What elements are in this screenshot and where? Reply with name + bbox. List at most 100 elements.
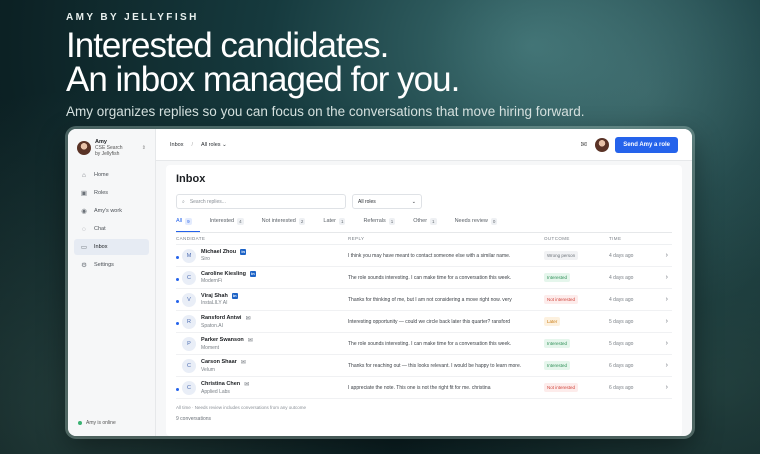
online-status: Amy is online [78, 420, 116, 426]
tab-label: Not interested [261, 218, 296, 224]
sidebar-item-label: Amy's work [94, 208, 122, 214]
reply-time: 4 days ago [609, 274, 634, 281]
headline: Interested candidates. An inbox managed … [66, 26, 746, 99]
table-row[interactable]: C Caroline Kiesling in ModernFi The role … [176, 267, 672, 289]
breadcrumb-separator: / [191, 141, 193, 148]
sidebar-item-inbox[interactable]: ▭ Inbox [74, 239, 149, 255]
reply-snippet: Interesting opportunity — could we circl… [348, 318, 511, 325]
sidebar-item-amy-s-work[interactable]: ◉ Amy's work [74, 203, 149, 219]
reply-time: 5 days ago [609, 318, 634, 325]
unread-dot-icon [176, 255, 179, 259]
tab-interested[interactable]: Interested 4 [210, 218, 252, 232]
outcome-badge: Wrong person [544, 251, 579, 260]
briefcase-icon: ▣ [80, 190, 88, 197]
candidate-name: Caroline Kiesling [201, 271, 246, 277]
tab-count-badge: 0 [490, 218, 498, 225]
outcome-badge: Interested [544, 361, 571, 370]
table-row[interactable]: C Carson Shaar ✉ Velum Thanks for reachin… [176, 355, 672, 377]
table-row[interactable]: P Parker Swanson ✉ Moment The role sounds… [176, 333, 672, 355]
candidate-company: InstaLILY AI [201, 300, 228, 306]
candidate-cell: C Carson Shaar ✉ Velum [176, 358, 348, 373]
reply-snippet: I appreciate the note. This one is not t… [348, 384, 491, 391]
send-amy-role-button[interactable]: Send Amy a role [615, 136, 678, 153]
tab-label: Other [413, 218, 428, 224]
sidebar-item-settings[interactable]: ⚙ Settings [74, 257, 149, 273]
outcome-badge: Later [544, 317, 561, 326]
status-dot-icon [78, 421, 82, 425]
sidebar-item-label: Chat [94, 226, 106, 232]
headline-line-1: Interested candidates. [66, 26, 389, 65]
user-avatar[interactable] [595, 137, 610, 152]
col-outcome: OUTCOME [544, 236, 570, 241]
mail-icon[interactable]: ✉ [581, 140, 588, 149]
sidebar-item-home[interactable]: ⌂ Home [74, 167, 149, 183]
table-row[interactable]: V Viraj Shah in InstaLILY AI Thanks for t… [176, 289, 672, 311]
reply-snippet: The role sounds interesting. I can make … [348, 274, 512, 281]
candidate-avatar: P [182, 336, 196, 351]
tab-later[interactable]: Later 1 [323, 218, 353, 232]
candidate-company: Moment [201, 344, 220, 351]
candidate-cell: C Christina Chen ✉ Applied Labs [176, 380, 348, 395]
footnote: All time · Needs review includes convers… [176, 405, 307, 410]
tab-referrals[interactable]: Referrals 1 [363, 218, 403, 232]
candidate-avatar: C [182, 380, 196, 395]
table-body: M Michael Zhou in Siro I think you may ha… [176, 245, 672, 399]
reply-time: 6 days ago [609, 362, 634, 369]
subheadline: Amy organizes replies so you can focus o… [66, 104, 585, 119]
sidebar-item-roles[interactable]: ▣ Roles [74, 185, 149, 201]
breadcrumb-inbox[interactable]: Inbox [170, 142, 183, 148]
headline-line-2: An inbox managed for you. [66, 60, 460, 99]
chevron-right-icon[interactable]: › [665, 362, 672, 369]
search-icon: ⌕ [182, 198, 185, 205]
tab-needs-review[interactable]: Needs review 0 [455, 218, 506, 232]
unread-dot-icon [176, 321, 179, 325]
topbar: Inbox / All roles ⌄ ✉ Send Amy a role [156, 129, 692, 161]
col-reply: REPLY [348, 236, 365, 241]
chevron-right-icon[interactable]: › [665, 384, 672, 391]
sidebar-item-label: Roles [94, 190, 109, 196]
chevron-right-icon[interactable]: › [665, 340, 672, 347]
tab-count-badge: 4 [237, 218, 244, 225]
outcome-badge: Interested [544, 339, 571, 348]
table-row[interactable]: M Michael Zhou in Siro I think you may ha… [176, 245, 672, 267]
chevron-right-icon[interactable]: › [665, 252, 672, 259]
roles-filter-select[interactable]: All roles ⌄ [352, 194, 422, 209]
account-switcher[interactable]: Amy CSE Search by Jellyfish ⇕ [74, 137, 149, 165]
candidate-name: Ransford Antwi [201, 315, 242, 321]
tab-not-interested[interactable]: Not interested 2 [262, 218, 314, 232]
chevron-right-icon[interactable]: › [665, 274, 672, 281]
reply-snippet: Thanks for reaching out — this looks rel… [348, 362, 522, 369]
unread-dot-icon [176, 299, 179, 303]
sidebar-item-label: Home [94, 172, 109, 178]
avatar [77, 141, 91, 155]
candidate-name: Carson Shaar [201, 359, 237, 365]
tab-label: Needs review [454, 218, 488, 224]
tab-other[interactable]: Other 1 [413, 218, 444, 232]
candidate-company: ModernFi [201, 278, 223, 284]
tab-all[interactable]: All 9 [176, 218, 200, 232]
hero: AMY BY JELLYFISH Interested candidates. … [66, 12, 746, 119]
breadcrumb-roles-dropdown[interactable]: All roles ⌄ [201, 142, 227, 148]
chevron-right-icon[interactable]: › [665, 296, 672, 303]
tab-label: All [176, 218, 183, 224]
candidate-avatar: R [182, 314, 196, 329]
user-icon: ◉ [81, 208, 87, 215]
table-row[interactable]: C Christina Chen ✉ Applied Labs I appreci… [176, 377, 672, 399]
candidate-cell: V Viraj Shah in InstaLILY AI [176, 292, 348, 307]
chevron-updown-icon: ⇕ [141, 145, 146, 151]
outcome-badge: Interested [544, 273, 571, 282]
candidate-name: Christina Chen [201, 381, 241, 387]
sidebar-item-chat[interactable]: ◌ Chat [74, 221, 149, 237]
candidate-company: Spaton.AI [201, 322, 223, 329]
outcome-tabs: All 9 Interested 4 Not interested 2 Later 1 Refe… [176, 218, 672, 233]
reply-time: 4 days ago [609, 252, 634, 259]
reply-snippet: I think you may have meant to contact so… [348, 252, 511, 259]
outcome-badge: Not interested [544, 383, 579, 392]
search-input[interactable]: ⌕ Search replies... [176, 194, 346, 209]
chevron-right-icon[interactable]: › [665, 318, 672, 325]
mail-icon: ✉ [247, 337, 253, 344]
table-row[interactable]: R Ransford Antwi ✉ Spaton.AI Interesting … [176, 311, 672, 333]
tab-count-badge: 9 [185, 218, 192, 225]
tab-count-badge: 1 [388, 218, 396, 225]
tab-label: Interested [209, 218, 235, 224]
